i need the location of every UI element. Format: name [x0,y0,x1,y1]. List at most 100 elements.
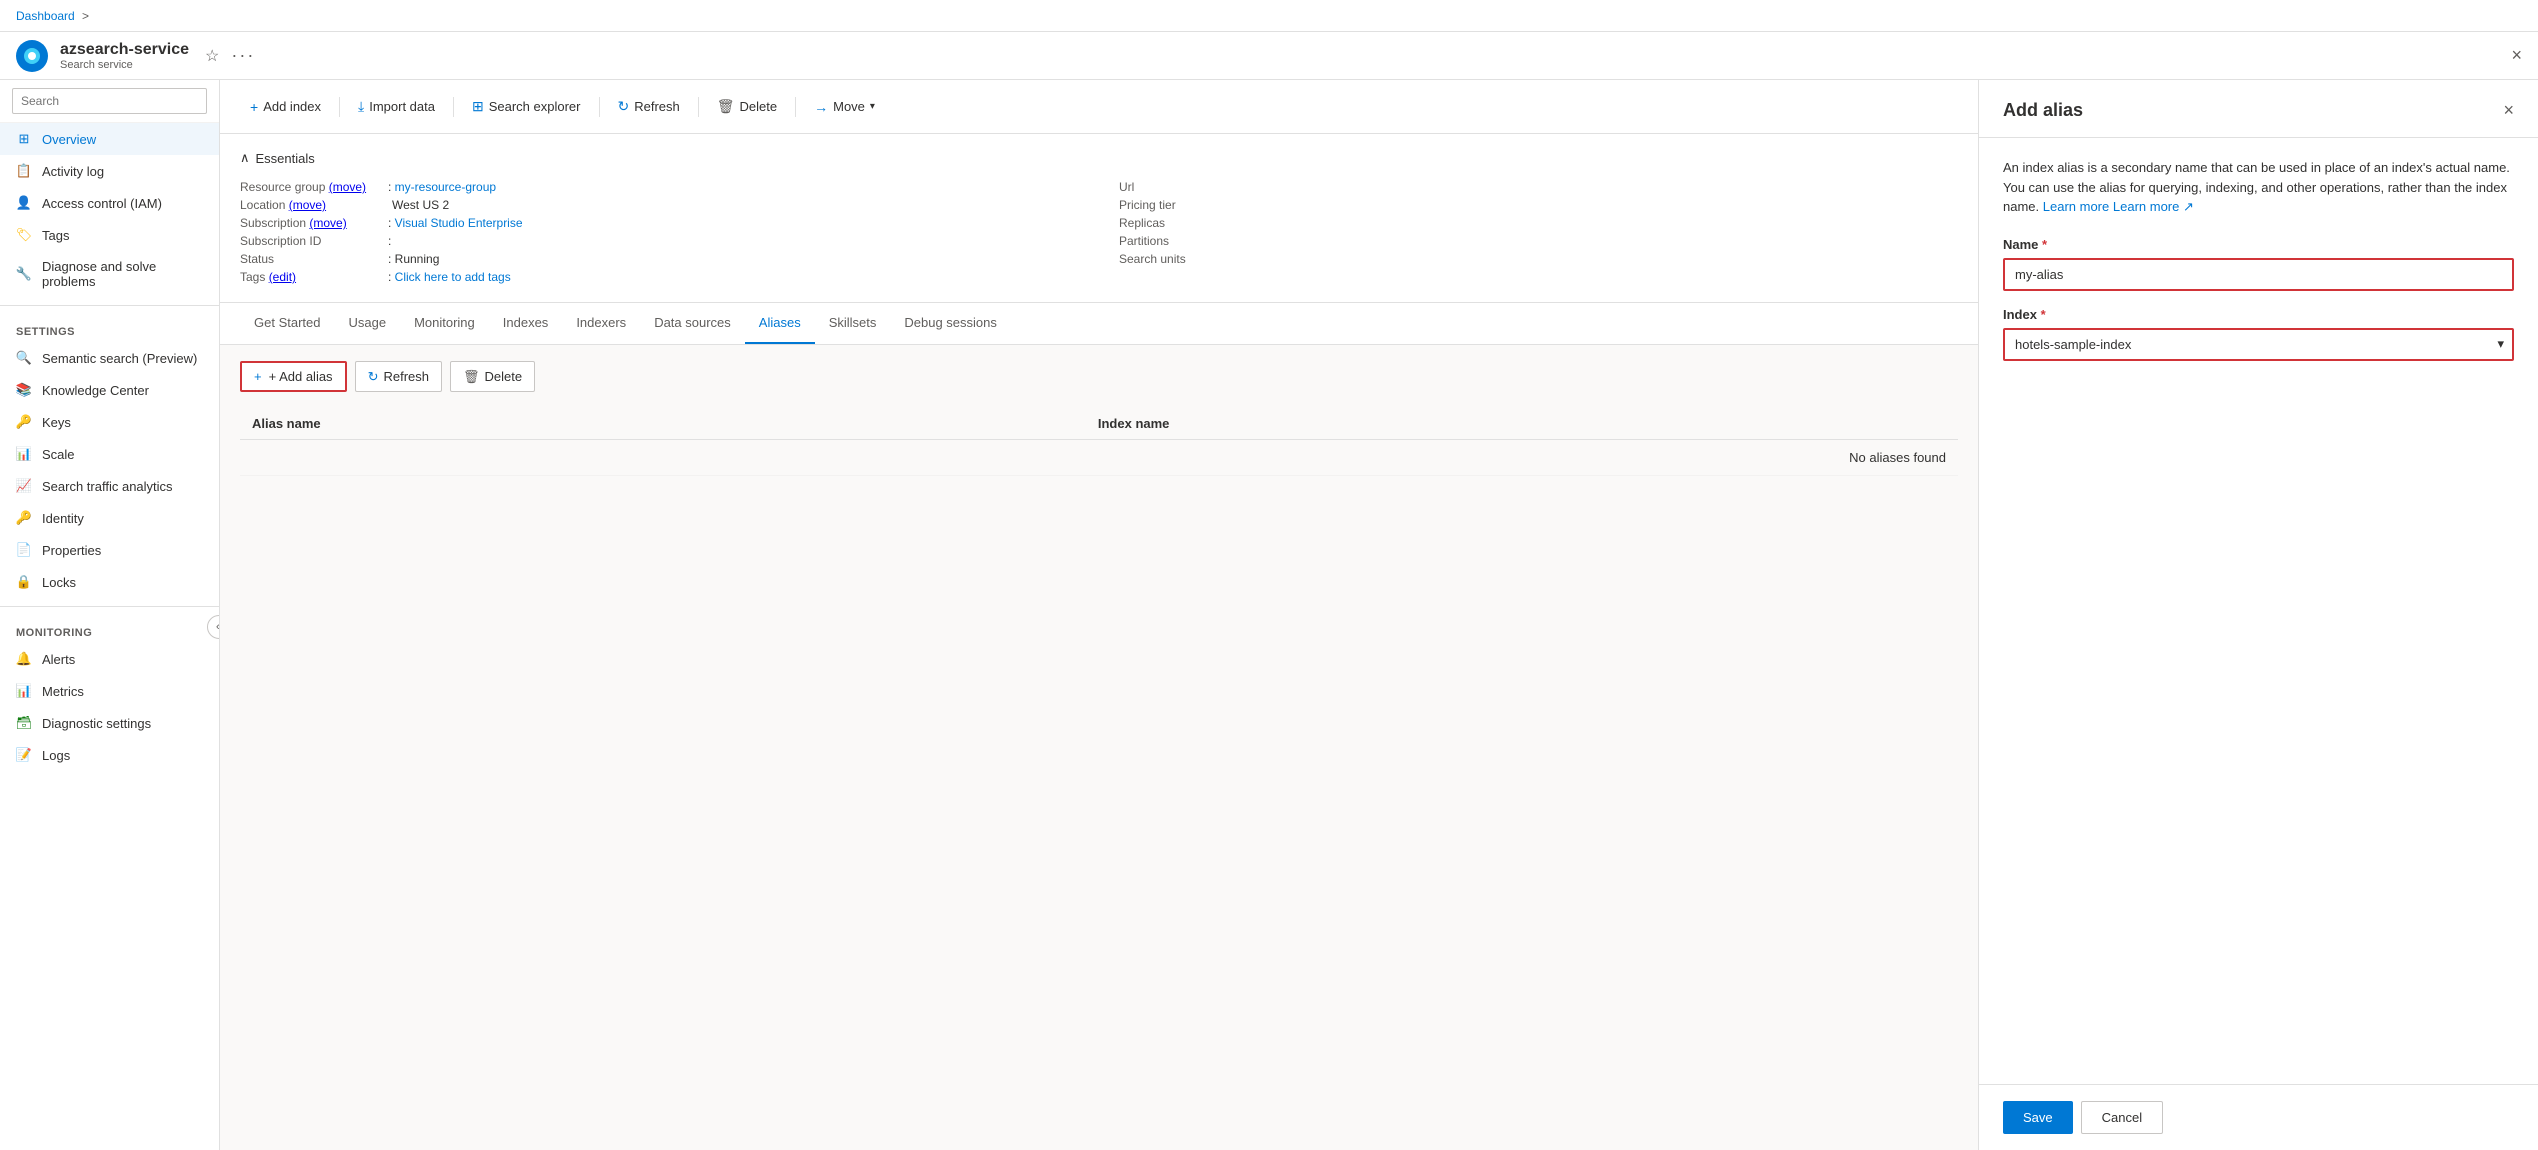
essentials-pricing-tier: Pricing tier [1119,196,1958,214]
learn-more-link[interactable]: Learn more ↗ [2113,199,2194,214]
move-chevron-icon: ▾ [870,101,875,112]
essentials-section: ∧ Essentials Resource group (move) : my-… [220,134,1978,303]
index-select[interactable]: hotels-sample-index [2003,328,2514,361]
diagnostic-settings-icon: 🗃 [16,715,32,731]
breadcrumb-dashboard[interactable]: Dashboard [16,9,75,23]
sidebar-item-identity[interactable]: 🔑 Identity [0,502,219,534]
tab-indexes[interactable]: Indexes [489,303,563,344]
sidebar-item-semantic-search-label: Semantic search (Preview) [42,351,197,366]
move-button[interactable]: → Move ▾ [804,93,885,121]
move-resource-link[interactable]: (move) [329,180,366,194]
sidebar-item-locks[interactable]: 🔒 Locks [0,566,219,598]
add-alias-panel: Add alias × An index alias is a secondar… [1978,80,2538,1150]
no-aliases-message: No aliases found [240,440,1958,476]
main-content: + Add index ⤓ Import data ⊞ Search explo… [220,80,1978,1150]
more-options-icon[interactable]: ··· [231,45,255,66]
diagnose-icon: 🔧 [16,266,32,282]
col-alias-name: Alias name [240,408,1086,440]
index-label: Index * [2003,307,2514,322]
add-index-button[interactable]: + Add index [240,93,331,121]
sidebar-item-search-traffic[interactable]: 📈 Search traffic analytics [0,470,219,502]
breadcrumb: Dashboard > [0,0,2538,32]
tab-monitoring[interactable]: Monitoring [400,303,489,344]
resource-group-link[interactable]: my-resource-group [395,180,496,194]
properties-icon: 📄 [16,542,32,558]
toolbar-sep-4 [698,97,699,117]
tab-get-started[interactable]: Get Started [240,303,334,344]
add-alias-button[interactable]: + + Add alias [240,361,347,392]
sidebar-item-access-control[interactable]: 👤 Access control (IAM) [0,187,219,219]
edit-tags-link[interactable]: (edit) [269,270,296,284]
essentials-subscription: Subscription (move) : Visual Studio Ente… [240,214,1079,232]
knowledge-center-icon: 📚 [16,382,32,398]
favorite-icon[interactable]: ☆ [205,46,219,66]
scale-icon: 📊 [16,446,32,462]
top-bar: azsearch-service Search service ☆ ··· × [0,32,2538,80]
sidebar-item-logs[interactable]: 📝 Logs [0,739,219,771]
service-name: azsearch-service [60,41,189,59]
sidebar-item-diagnostic-settings-label: Diagnostic settings [42,716,151,731]
sidebar-item-knowledge-center[interactable]: 📚 Knowledge Center [0,374,219,406]
save-button[interactable]: Save [2003,1101,2073,1134]
sidebar-item-access-control-label: Access control (IAM) [42,196,162,211]
aliases-refresh-button[interactable]: ↻ Refresh [355,361,442,392]
move-icon: → [814,99,828,115]
panel-close-button[interactable]: × [2503,100,2514,121]
move-location-link[interactable]: (move) [289,198,326,212]
sidebar-item-overview[interactable]: ⊞ Overview [0,123,219,155]
sidebar-item-scale[interactable]: 📊 Scale [0,438,219,470]
aliases-refresh-icon: ↻ [368,369,379,385]
sidebar-item-metrics[interactable]: 📊 Metrics [0,675,219,707]
tab-data-sources[interactable]: Data sources [640,303,745,344]
sidebar-item-diagnostic-settings[interactable]: 🗃 Diagnostic settings [0,707,219,739]
close-button[interactable]: × [2511,45,2522,66]
overview-icon: ⊞ [16,131,32,147]
service-logo [16,40,48,72]
sidebar-item-alerts[interactable]: 🔔 Alerts [0,643,219,675]
sidebar-item-activity-log[interactable]: 📋 Activity log [0,155,219,187]
tab-indexers[interactable]: Indexers [562,303,640,344]
monitoring-section-label: Monitoring [0,615,219,643]
metrics-icon: 📊 [16,683,32,699]
sidebar-item-semantic-search[interactable]: 🔍 Semantic search (Preview) [0,342,219,374]
essentials-resource-group: Resource group (move) : my-resource-grou… [240,178,1079,196]
tab-aliases[interactable]: Aliases [745,303,815,344]
learn-more-link[interactable]: Learn more [2043,199,2109,214]
search-input[interactable] [12,88,207,114]
refresh-icon: ↻ [618,98,630,115]
move-subscription-link[interactable]: (move) [309,216,346,230]
import-data-button[interactable]: ⤓ Import data [348,92,445,121]
import-data-icon: ⤓ [358,98,364,115]
sidebar-item-diagnose-label: Diagnose and solve problems [42,259,203,289]
delete-icon: 🗑 [717,98,735,115]
sidebar-item-properties[interactable]: 📄 Properties [0,534,219,566]
sidebar-item-keys[interactable]: 🔑 Keys [0,406,219,438]
refresh-button[interactable]: ↻ Refresh [608,92,690,121]
main-toolbar: + Add index ⤓ Import data ⊞ Search explo… [220,80,1978,134]
sidebar-item-diagnose[interactable]: 🔧 Diagnose and solve problems [0,251,219,297]
essentials-search-units: Search units [1119,250,1958,268]
search-traffic-icon: 📈 [16,478,32,494]
cancel-button[interactable]: Cancel [2081,1101,2163,1134]
aliases-toolbar: + + Add alias ↻ Refresh 🗑 Delete [240,361,1958,392]
tags-icon: 🏷 [16,227,32,243]
sidebar-item-tags[interactable]: 🏷 Tags [0,219,219,251]
sidebar-divider-1 [0,305,219,306]
subscription-link[interactable]: Visual Studio Enterprise [395,216,523,230]
settings-section-label: Settings [0,314,219,342]
tab-skillsets[interactable]: Skillsets [815,303,891,344]
tab-debug-sessions[interactable]: Debug sessions [890,303,1011,344]
sidebar-item-alerts-label: Alerts [42,652,75,667]
tab-usage[interactable]: Usage [334,303,400,344]
essentials-header[interactable]: ∧ Essentials [240,150,1958,166]
essentials-partitions: Partitions [1119,232,1958,250]
alias-name-input[interactable] [2003,258,2514,291]
delete-button[interactable]: 🗑 Delete [707,92,787,121]
logs-icon: 📝 [16,747,32,763]
aliases-table: Alias name Index name No aliases found [240,408,1958,476]
aliases-delete-button[interactable]: 🗑 Delete [450,361,535,392]
service-type: Search service [60,59,189,71]
index-form-group: Index * hotels-sample-index ▾ [2003,307,2514,361]
add-tags-link[interactable]: Click here to add tags [395,270,511,284]
search-explorer-button[interactable]: ⊞ Search explorer [462,92,591,121]
